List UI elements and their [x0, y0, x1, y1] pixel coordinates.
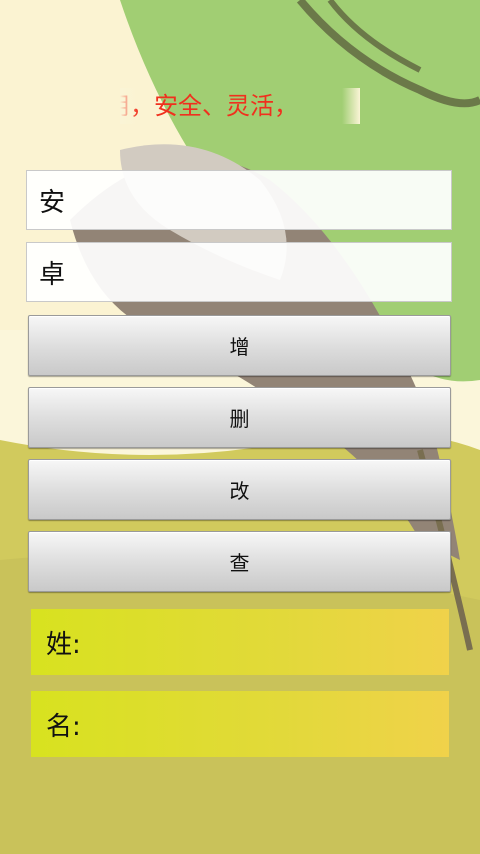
- update-button[interactable]: 改: [28, 459, 451, 520]
- delete-button[interactable]: 删: [28, 387, 451, 448]
- marquee-label: 用，安全、灵活，: [120, 92, 298, 120]
- name-result-panel: 名:: [31, 691, 449, 757]
- surname-result-panel: 姓:: [31, 609, 449, 675]
- surname-label: 姓:: [46, 629, 81, 660]
- name-label: 名:: [46, 711, 81, 742]
- last-input-value: 卓: [39, 259, 66, 290]
- query-button[interactable]: 查: [28, 531, 451, 592]
- query-button-label: 查: [229, 551, 250, 575]
- first-input-value: 安: [39, 187, 66, 218]
- add-button-label: 增: [229, 335, 250, 359]
- scrolling-marquee-text: 用，安全、灵活，: [120, 88, 360, 124]
- add-button[interactable]: 增: [28, 315, 451, 376]
- last-name-input[interactable]: 卓: [26, 242, 452, 302]
- delete-button-label: 删: [229, 407, 250, 431]
- update-button-label: 改: [229, 479, 250, 503]
- first-name-input[interactable]: 安: [26, 170, 452, 230]
